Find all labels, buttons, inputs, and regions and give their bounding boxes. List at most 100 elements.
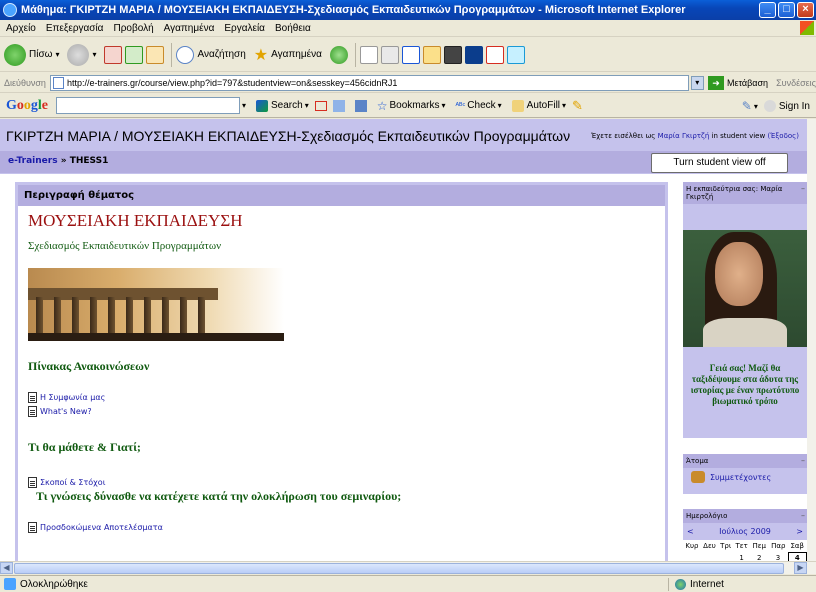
student-view-toggle-button[interactable]: Turn student view off bbox=[651, 153, 788, 173]
scroll-left-icon[interactable]: ◀ bbox=[0, 562, 13, 574]
address-dropdown-icon[interactable]: ▾ bbox=[690, 75, 704, 90]
scroll-right-icon[interactable]: ▶ bbox=[794, 562, 807, 574]
folder-icon[interactable] bbox=[422, 45, 441, 64]
links-button[interactable]: Συνδέσεις bbox=[776, 78, 816, 88]
close-button[interactable]: × bbox=[797, 2, 814, 18]
toolbar-separator bbox=[354, 42, 356, 67]
autofill-icon bbox=[511, 99, 524, 112]
menu-tools[interactable]: Εργαλεία bbox=[224, 23, 265, 34]
learn-why-title: Τι θα μάθετε & Γιατί; bbox=[28, 440, 141, 454]
signin-button[interactable]: Sign In bbox=[779, 101, 810, 112]
go-label: Μετάβαση bbox=[726, 77, 769, 88]
teacher-block: Η εκπαιδεύτρια σας: Μαρία Γκιρτζή – Γειά… bbox=[683, 182, 807, 438]
museum-column bbox=[126, 297, 133, 335]
calendar-day[interactable]: 3 bbox=[768, 552, 788, 561]
home-icon[interactable] bbox=[146, 45, 165, 64]
google-search-dropdown-icon[interactable]: ▾ bbox=[242, 101, 246, 110]
resource-link[interactable]: Η Συμφωνία μας bbox=[28, 392, 655, 403]
search-label: Αναζήτηση bbox=[197, 49, 246, 60]
status-text: Ολοκληρώθηκε bbox=[20, 578, 88, 590]
museum-column bbox=[162, 297, 169, 335]
calendar-month-link[interactable]: Ιούλιος 2009 bbox=[719, 527, 771, 536]
calendar-day[interactable]: 2 bbox=[750, 552, 768, 561]
link-goals[interactable]: Σκοποί & Στόχοι bbox=[40, 478, 105, 487]
highlight-icon[interactable]: ✎ bbox=[572, 98, 583, 114]
link-outcomes[interactable]: Προσδοκώμενα Αποτελέσματα bbox=[40, 523, 163, 532]
museum-column bbox=[180, 297, 187, 335]
wrench-icon[interactable]: ✎ bbox=[742, 99, 752, 113]
forward-button[interactable]: ▾ bbox=[67, 43, 96, 66]
link-agreement[interactable]: Η Συμφωνία μας bbox=[40, 393, 105, 402]
menu-edit[interactable]: Επεξεργασία bbox=[46, 23, 104, 34]
collapse-icon[interactable]: – bbox=[801, 511, 805, 520]
calendar-prev-button[interactable]: < bbox=[687, 527, 694, 536]
mail-icon[interactable] bbox=[359, 45, 378, 64]
translate-icon[interactable] bbox=[485, 45, 504, 64]
research-icon[interactable] bbox=[464, 45, 483, 64]
weekday-wed: Τετ bbox=[735, 542, 748, 550]
google-search-button[interactable]: Search ▾ bbox=[256, 99, 309, 112]
login-user-link[interactable]: Μαρία Γκιρτζή bbox=[658, 132, 710, 140]
menu-file[interactable]: Αρχείο bbox=[6, 23, 36, 34]
scrollbar-thumb[interactable] bbox=[14, 562, 784, 574]
print-icon[interactable] bbox=[380, 45, 399, 64]
address-input[interactable]: http://e-trainers.gr/course/view.php?id=… bbox=[49, 74, 689, 91]
refresh-icon[interactable] bbox=[125, 45, 144, 64]
breadcrumb-home-link[interactable]: e-Trainers bbox=[8, 156, 58, 166]
gmail-icon[interactable] bbox=[314, 100, 327, 111]
calendar-day bbox=[718, 552, 733, 561]
menu-favorites[interactable]: Αγαπημένα bbox=[164, 23, 215, 34]
vertical-scrollbar[interactable] bbox=[807, 119, 816, 561]
calendar-weekdays: Κυρ Δευ Τρι Τετ Πεμ Παρ Σαβ bbox=[683, 540, 807, 552]
museum-column bbox=[72, 297, 79, 335]
messenger-icon[interactable] bbox=[443, 45, 462, 64]
resource-link[interactable]: Προσδοκώμενα Αποτελέσματα bbox=[28, 522, 655, 533]
forward-dropdown-icon[interactable]: ▾ bbox=[92, 50, 96, 59]
minimize-button[interactable]: _ bbox=[759, 2, 776, 18]
logout-link[interactable]: (Έξοδος) bbox=[767, 132, 799, 140]
stop-icon[interactable] bbox=[104, 45, 123, 64]
teacher-shirt bbox=[703, 318, 787, 347]
maximize-button[interactable]: □ bbox=[778, 2, 795, 18]
share-icon[interactable] bbox=[332, 99, 345, 112]
participants-row[interactable]: Συμμετέχοντες bbox=[683, 468, 807, 491]
participants-link[interactable]: Συμμετέχοντες bbox=[710, 473, 771, 482]
favorites-button[interactable]: ★ Αγαπημένα bbox=[254, 45, 322, 65]
horizontal-scrollbar[interactable]: ◀ ▶ bbox=[0, 561, 816, 574]
go-button[interactable]: ➜ Μετάβαση bbox=[707, 75, 769, 90]
museum-education-subheading: Σχεδιασμός Εκπαιδευτικών Προγραμμάτων bbox=[28, 240, 222, 252]
google-search-label: Search bbox=[271, 100, 303, 111]
bookmarks-button[interactable]: ☆ Bookmarks ▾ bbox=[377, 99, 446, 113]
calendar-today[interactable]: 4 bbox=[787, 551, 807, 561]
document-icon bbox=[28, 392, 37, 403]
star-icon: ★ bbox=[253, 46, 269, 64]
weekday-tue: Τρι bbox=[720, 542, 732, 550]
calendar-next-button[interactable]: > bbox=[796, 527, 803, 536]
calendar-day[interactable]: 1 bbox=[733, 552, 750, 561]
resource-link[interactable]: Σκοποί & Στόχοι bbox=[28, 477, 655, 488]
word-icon[interactable] bbox=[401, 45, 420, 64]
google-search-input[interactable] bbox=[56, 97, 240, 114]
teacher-header-text: Η εκπαιδεύτρια σας: Μαρία Γκιρτζή bbox=[686, 185, 783, 201]
history-icon[interactable] bbox=[329, 45, 348, 64]
course-title: ΓΚΙΡΤΖΗ ΜΑΡΙΑ / ΜΟΥΣΕΙΑΚΗ ΕΚΠΑΙΔΕΥΣΗ-Σχε… bbox=[6, 128, 571, 144]
back-button[interactable]: Πίσω ▾ bbox=[4, 43, 59, 66]
menu-help[interactable]: Βοήθεια bbox=[275, 23, 311, 34]
popup-blocker-icon[interactable] bbox=[354, 99, 367, 112]
back-arrow-icon bbox=[4, 43, 26, 66]
search-button[interactable]: Αναζήτηση bbox=[176, 45, 246, 64]
check-button[interactable]: ᴬᴮᶜ Check ▾ bbox=[456, 100, 502, 111]
knowledge-question: Τι γνώσεις δύνασθε να κατέχετε κατά την … bbox=[36, 489, 402, 503]
page-done-icon bbox=[4, 578, 16, 590]
resource-link[interactable]: What's New? bbox=[28, 406, 655, 417]
weekday-thu: Πεμ bbox=[752, 542, 766, 550]
menu-view[interactable]: Προβολή bbox=[113, 23, 153, 34]
autofill-button[interactable]: AutoFill ▾ bbox=[511, 99, 566, 112]
collapse-icon[interactable]: – bbox=[801, 456, 805, 465]
address-label: Διεύθυνση bbox=[4, 77, 46, 88]
museum-column bbox=[90, 297, 97, 335]
collapse-icon[interactable]: – bbox=[801, 184, 805, 193]
msn-icon[interactable] bbox=[506, 45, 525, 64]
link-whats-new[interactable]: What's New? bbox=[40, 407, 92, 416]
back-dropdown-icon[interactable]: ▾ bbox=[55, 50, 59, 59]
